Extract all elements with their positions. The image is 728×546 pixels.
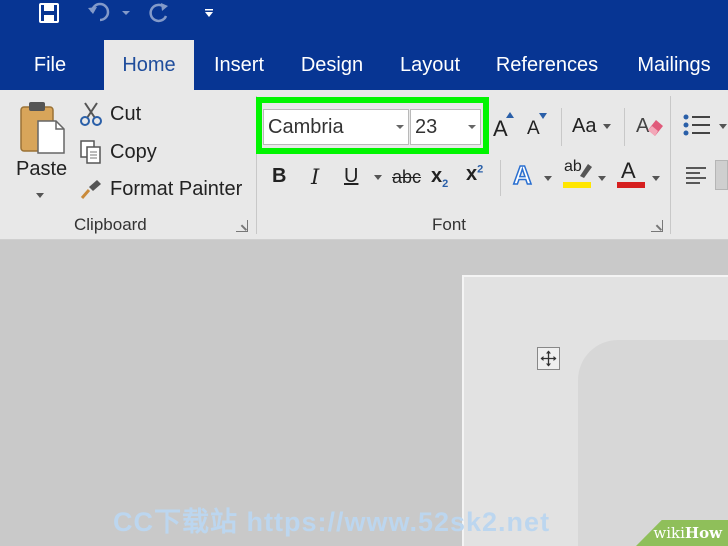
bullets-dropdown-icon[interactable] (719, 124, 727, 129)
font-divider (561, 108, 562, 146)
font-group-label: Font (432, 215, 467, 234)
superscript-button[interactable]: x2 (466, 163, 483, 186)
svg-text:A: A (636, 115, 650, 137)
font-divider (500, 160, 501, 196)
wikihow-logo-wiki: wiki (653, 524, 685, 542)
tab-design[interactable]: Design (292, 34, 372, 90)
format-painter-icon[interactable] (78, 176, 104, 202)
redo-icon[interactable] (146, 0, 174, 26)
paste-dropdown-icon[interactable] (36, 193, 44, 198)
table-move-handle-icon[interactable] (537, 347, 560, 370)
subscript-x: x (431, 165, 443, 187)
clipboard-launcher-icon[interactable] (236, 220, 248, 232)
italic-button[interactable]: I (311, 165, 319, 189)
align-left-icon[interactable] (684, 164, 708, 186)
font-color-button[interactable]: A (621, 158, 636, 184)
clipboard-group-label: Clipboard (74, 215, 147, 234)
subscript-button[interactable]: x2 (431, 165, 448, 190)
change-case-dropdown-icon[interactable] (603, 124, 611, 129)
quick-access-toolbar (0, 0, 728, 34)
tab-references[interactable]: References (490, 34, 604, 90)
cut-label[interactable]: Cut (110, 103, 141, 126)
font-selection-highlight (256, 97, 489, 154)
copy-label[interactable]: Copy (110, 141, 157, 164)
font-launcher-icon[interactable] (651, 220, 663, 232)
text-effects-dropdown-icon[interactable] (544, 176, 552, 181)
strikethrough-button[interactable]: abc (392, 167, 421, 188)
copy-icon[interactable] (78, 139, 104, 165)
highlight-color-bar (563, 182, 591, 188)
font-divider (624, 108, 625, 146)
site-watermark: CC下载站 https://www.52sk2.net (113, 507, 551, 537)
bold-button[interactable]: B (272, 165, 286, 188)
undo-icon[interactable] (86, 0, 114, 26)
change-case-button[interactable]: Aa (572, 115, 596, 138)
bullets-icon[interactable] (682, 112, 712, 138)
tab-mailings[interactable]: Mailings (624, 34, 724, 90)
paste-label[interactable]: Paste (16, 158, 67, 181)
group-divider (670, 96, 671, 234)
shrink-font-arrow-icon (539, 113, 547, 119)
tab-layout[interactable]: Layout (392, 34, 468, 90)
font-color-dropdown-icon[interactable] (652, 176, 660, 181)
undo-dropdown-icon[interactable] (120, 0, 132, 26)
highlighter-pen-icon (580, 164, 592, 178)
customize-toolbar-icon[interactable] (202, 0, 216, 26)
text-box-shape[interactable] (578, 340, 728, 546)
grow-font-button[interactable]: A (493, 116, 508, 142)
align-center-button[interactable] (715, 160, 728, 190)
grow-font-arrow-icon (506, 112, 514, 118)
tab-insert[interactable]: Insert (206, 34, 272, 90)
format-painter-label[interactable]: Format Painter (110, 178, 242, 201)
text-effects-button[interactable]: A (512, 159, 532, 191)
superscript-x: x (466, 163, 478, 185)
ribbon-tabs: File Home Insert Design Layout Reference… (0, 34, 728, 90)
clear-formatting-icon[interactable]: A (634, 112, 664, 140)
wikihow-logo-how: How (684, 524, 722, 542)
underline-button[interactable]: U (344, 165, 358, 188)
tab-home[interactable]: Home (104, 40, 194, 90)
superscript-index: 2 (477, 163, 484, 176)
font-color-bar (617, 182, 645, 188)
cut-icon[interactable] (78, 101, 104, 127)
shrink-font-button[interactable]: A (527, 118, 540, 140)
save-icon[interactable] (36, 0, 62, 26)
tab-file[interactable]: File (20, 34, 80, 90)
subscript-index: 2 (442, 178, 449, 190)
text-highlight-dropdown-icon[interactable] (598, 176, 606, 181)
underline-dropdown-icon[interactable] (374, 175, 382, 180)
paste-icon[interactable] (14, 98, 70, 158)
